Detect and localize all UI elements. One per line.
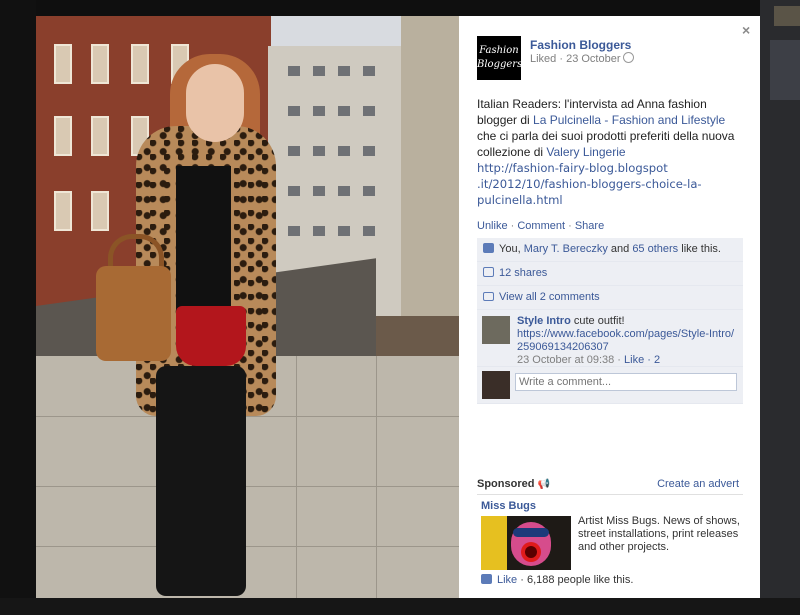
others-link[interactable]: 65 others	[632, 243, 678, 255]
ad-title-link[interactable]: Miss Bugs	[481, 500, 536, 512]
globe-icon	[622, 52, 634, 63]
page-name-link[interactable]: Fashion Bloggers	[530, 38, 631, 52]
comment-author-link[interactable]: Style Intro	[517, 315, 571, 327]
ad-like-row: Like · 6,188 people like this.	[481, 574, 633, 586]
post-actions: Unlike · Comment · Share	[477, 220, 604, 232]
comment-link[interactable]: Comment	[517, 220, 565, 232]
feedback-box: You, Mary T. Bereczky and 65 others like…	[477, 238, 743, 404]
create-advert-link[interactable]: Create an advert	[657, 478, 739, 490]
comment-like-count[interactable]: · 2	[644, 354, 660, 366]
post-link-pulcinella[interactable]: La Pulcinella - Fashion and Lifestyle	[533, 113, 725, 127]
background-bottom	[0, 598, 800, 615]
sponsored-header: Sponsored 📢 Create an advert	[477, 478, 743, 495]
page-logo[interactable]: Fashion Bloggers	[477, 36, 523, 80]
handbag	[96, 266, 171, 361]
separator: ·	[507, 220, 518, 232]
post-panel: × Fashion Bloggers Fashion Bloggers Like…	[459, 16, 760, 598]
post-meta-text: Liked · 23 October	[530, 53, 621, 65]
comment-body: Style Intro cute outfit! https://www.fac…	[517, 315, 737, 367]
post-meta: Liked · 23 October	[530, 52, 634, 65]
commenter-avatar[interactable]	[482, 316, 510, 344]
ad-like-link[interactable]: Like	[497, 574, 517, 586]
thumbs-up-icon	[481, 574, 492, 584]
post-photo[interactable]	[36, 16, 459, 598]
url-line2: .it/2012/10/fashion-bloggers-choice-la-	[477, 177, 702, 191]
post-link-valery[interactable]: Valery Lingerie	[546, 145, 625, 159]
ad-like-count: · 6,188 people like this.	[517, 574, 634, 586]
url-line3: pulcinella.html	[477, 193, 563, 207]
likes-suffix: like this.	[678, 243, 721, 255]
thumbs-up-icon	[483, 243, 494, 253]
likes-row: You, Mary T. Bereczky and 65 others like…	[477, 238, 743, 262]
close-icon[interactable]: ×	[742, 22, 750, 38]
shares-row[interactable]: 12 shares	[477, 262, 743, 286]
post-url-link[interactable]: http://fashion-fairy-blog.blogspot .it/20…	[477, 161, 702, 207]
view-comments-row[interactable]: View all 2 comments	[477, 286, 743, 310]
url-line1: http://fashion-fairy-blog.blogspot	[477, 161, 668, 175]
unlike-link[interactable]: Unlike	[477, 220, 508, 232]
model-face	[186, 64, 244, 142]
logo-line1: Fashion	[479, 45, 519, 56]
comment-icon	[483, 292, 494, 301]
comment-url-link[interactable]: https://www.facebook.com/pages/Style-Int…	[517, 328, 734, 353]
comment-timestamp[interactable]: 23 October at 09:38 ·	[517, 354, 624, 366]
comment-text: cute outfit!	[570, 315, 625, 327]
likes-prefix: You,	[499, 243, 524, 255]
ad-image[interactable]	[481, 516, 571, 570]
likes-and: and	[607, 243, 633, 255]
ad-description: Artist Miss Bugs. News of shows, street …	[578, 515, 740, 553]
view-comments-link[interactable]: View all 2 comments	[499, 291, 600, 303]
share-link[interactable]: Share	[575, 220, 604, 232]
comment-like-link[interactable]: Like	[624, 354, 644, 366]
user-avatar	[482, 371, 510, 399]
background-right	[760, 0, 800, 615]
logo-line2: Bloggers	[477, 59, 523, 70]
comment-item: Style Intro cute outfit! https://www.fac…	[477, 310, 743, 367]
sponsored-label: Sponsored	[477, 478, 535, 490]
separator: ·	[565, 220, 575, 232]
liker-link[interactable]: Mary T. Bereczky	[524, 243, 608, 255]
shares-link[interactable]: 12 shares	[499, 267, 547, 279]
megaphone-icon: 📢	[537, 479, 550, 490]
write-comment-row	[477, 367, 743, 404]
post-text: Italian Readers: l'intervista ad Anna fa…	[477, 96, 745, 208]
share-icon	[483, 267, 494, 277]
background-left	[0, 0, 36, 615]
comment-input[interactable]	[515, 373, 737, 391]
